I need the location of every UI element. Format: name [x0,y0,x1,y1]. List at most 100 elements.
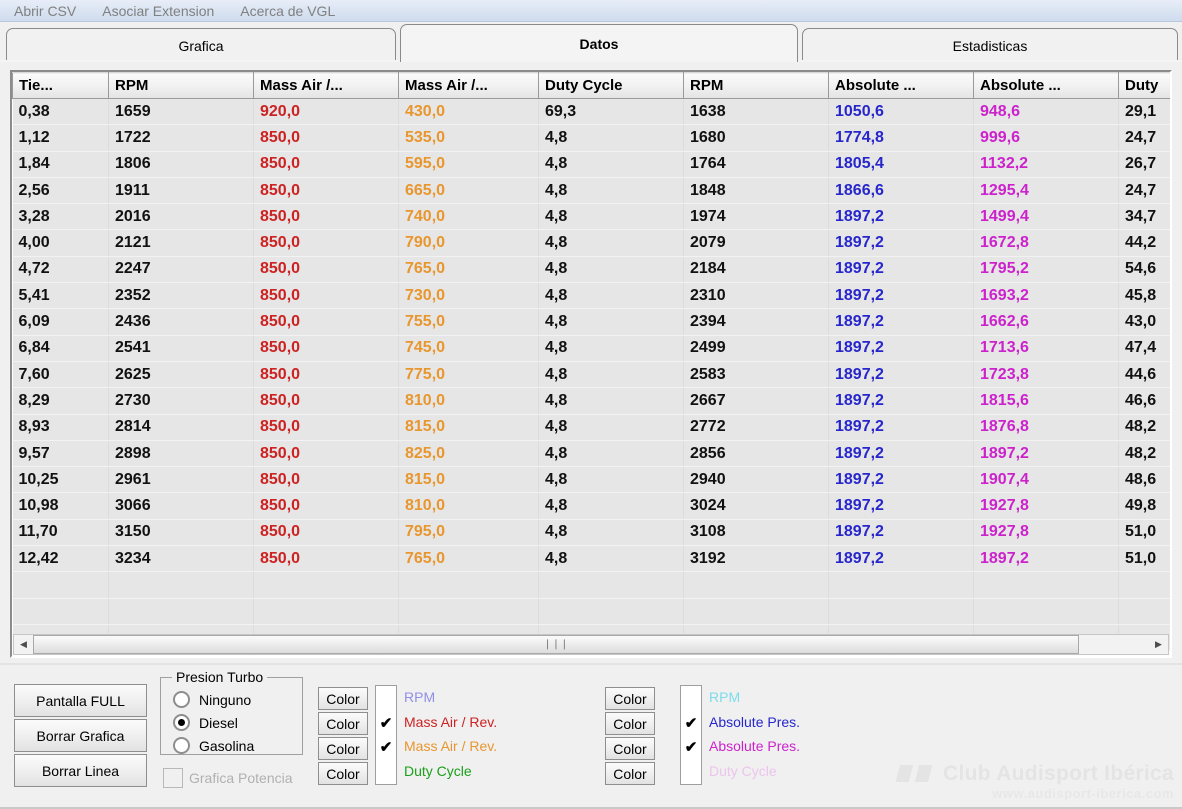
cell-r8-c3: 755,0 [398,308,539,336]
series-checkbox-g2-2[interactable]: ✔ [681,735,701,760]
cell-r15-c5: 3024 [683,492,829,520]
cell-r9-c1: 2541 [108,335,254,362]
tab-estadisticas[interactable]: Estadisticas [802,28,1178,62]
cell-r3-c4: 4,8 [538,177,684,205]
color-button-g2-0[interactable]: Color [605,687,655,710]
radio-ninguno-indicator[interactable] [173,691,190,708]
column-header-7[interactable]: Absolute ... [973,72,1119,99]
table-row[interactable]: 1,84 1806 850,0 595,0 4,8 1764 1805,4 1132,2 26,… [12,151,1170,178]
cell-r5-c5: 2079 [683,229,829,257]
table-row[interactable]: 8,93 2814 850,0 815,0 4,8 2772 1897,2 1876,8 48,… [12,414,1170,441]
menu-abrir-csv[interactable]: Abrir CSV [14,3,76,19]
borrar-grafica-button[interactable]: Borrar Grafica [14,719,147,752]
grid-horizontal-scrollbar[interactable]: ◀ ❘❘❘ ▶ [13,634,1169,655]
series-checkbox-g1-0[interactable] [376,686,396,711]
cell-r7-c2: 850,0 [253,282,399,310]
cell-r12-c5: 2772 [683,414,829,441]
radio-diesel-indicator[interactable] [173,714,190,731]
series-label-g1-0: RPM [404,689,436,706]
cell-r16-c5: 3108 [683,519,829,547]
table-row[interactable]: 6,84 2541 850,0 745,0 4,8 2499 1897,2 1713,6 47,… [12,335,1170,362]
cell-empty [12,571,109,599]
column-header-0[interactable]: Tie... [12,72,109,99]
color-button-g1-1[interactable]: Color [318,712,368,735]
table-row[interactable]: 8,29 2730 850,0 810,0 4,8 2667 1897,2 1815,6 46,… [12,387,1170,415]
table-row[interactable]: 7,60 2625 850,0 775,0 4,8 2583 1897,2 1723,8 44,… [12,361,1170,389]
table-row[interactable]: 10,25 2961 850,0 815,0 4,8 2940 1897,2 1907,4 48… [12,466,1170,494]
radio-diesel[interactable]: Diesel [173,714,238,731]
table-row[interactable]: 9,57 2898 850,0 825,0 4,8 2856 1897,2 1897,2 48,… [12,440,1170,468]
series-checkbox-g1-1[interactable]: ✔ [376,711,396,736]
cell-r4-c3: 740,0 [398,203,539,231]
series-checkbox-g2-1[interactable]: ✔ [681,711,701,736]
table-row-empty [12,598,1170,625]
cell-r14-c4: 4,8 [538,466,684,494]
table-row[interactable]: 3,28 2016 850,0 740,0 4,8 1974 1897,2 1499,4 34,… [12,203,1170,231]
cell-empty [973,598,1119,625]
cell-r9-c8: 47,4 [1118,335,1170,362]
data-grid-panel[interactable]: Tie... RPM Mass Air /... Mass Air /... Duty … [10,70,1172,658]
table-row[interactable]: 4,72 2247 850,0 765,0 4,8 2184 1897,2 1795,2 54,… [12,256,1170,284]
series-checkbox-g2-3[interactable] [681,760,701,785]
radio-gasolina[interactable]: Gasolina [173,737,254,754]
cell-r16-c6: 1897,2 [828,519,974,547]
cell-empty [108,598,254,625]
column-header-4[interactable]: Duty Cycle [538,72,684,99]
column-header-8[interactable]: Duty [1118,72,1170,99]
color-button-g2-2[interactable]: Color [605,737,655,760]
table-row[interactable]: 4,00 2121 850,0 790,0 4,8 2079 1897,2 1672,8 44,… [12,229,1170,257]
color-button-g2-1[interactable]: Color [605,712,655,735]
borrar-linea-button[interactable]: Borrar Linea [14,754,147,787]
cell-r2-c2: 850,0 [253,151,399,178]
cell-r6-c6: 1897,2 [828,256,974,284]
table-row[interactable]: 1,12 1722 850,0 535,0 4,8 1680 1774,8 999,6 24,7 [12,124,1170,152]
cell-r1-c6: 1774,8 [828,124,974,152]
column-header-2[interactable]: Mass Air /... [253,72,399,99]
color-button-g1-3[interactable]: Color [318,762,368,785]
table-row[interactable]: 12,42 3234 850,0 765,0 4,8 3192 1897,2 1897,2 51… [12,545,1170,573]
cell-r11-c6: 1897,2 [828,387,974,415]
series-checkbox-g1-3[interactable] [376,760,396,785]
cell-r7-c0: 5,41 [12,282,109,310]
cell-r2-c5: 1764 [683,151,829,178]
series-checkbox-g2-0[interactable] [681,686,701,711]
series-checkbox-g1-2[interactable]: ✔ [376,735,396,760]
tab-grafica[interactable]: Grafica [6,28,396,62]
cell-r6-c4: 4,8 [538,256,684,284]
menu-asociar-extension[interactable]: Asociar Extension [102,3,214,19]
table-row[interactable]: 11,70 3150 850,0 795,0 4,8 3108 1897,2 1927,8 51… [12,519,1170,547]
radio-ninguno[interactable]: Ninguno [173,691,251,708]
column-header-5[interactable]: RPM [683,72,829,99]
table-row[interactable]: 0,38 1659 920,0 430,0 69,3 1638 1050,6 948,6 29,… [12,98,1170,126]
scroll-left-arrow-icon[interactable]: ◀ [14,635,33,654]
pantalla-full-button[interactable]: Pantalla FULL [14,684,147,717]
column-header-3[interactable]: Mass Air /... [398,72,539,99]
cell-r0-c6: 1050,6 [828,98,974,126]
scrollbar-track[interactable]: ❘❘❘ [33,635,1149,654]
cell-r17-c2: 850,0 [253,545,399,573]
cell-r7-c3: 730,0 [398,282,539,310]
scroll-right-arrow-icon[interactable]: ▶ [1149,635,1168,654]
scrollbar-thumb[interactable]: ❘❘❘ [33,635,1079,654]
data-grid-body: 0,38 1659 920,0 430,0 69,3 1638 1050,6 948,6 29,… [12,98,1170,652]
cell-r0-c2: 920,0 [253,98,399,126]
data-grid: Tie... RPM Mass Air /... Mass Air /... Duty … [12,72,1170,652]
color-button-g2-3[interactable]: Color [605,762,655,785]
series-label-g2-1: Absolute Pres. [709,713,801,730]
radio-gasolina-indicator[interactable] [173,737,190,754]
grafica-potencia-checkbox-row: Grafica Potencia [163,768,293,788]
color-button-g1-2[interactable]: Color [318,737,368,760]
table-row[interactable]: 5,41 2352 850,0 730,0 4,8 2310 1897,2 1693,2 45,… [12,282,1170,310]
color-button-g1-0[interactable]: Color [318,687,368,710]
tab-datos[interactable]: Datos [400,24,798,62]
column-header-6[interactable]: Absolute ... [828,72,974,99]
cell-r10-c4: 4,8 [538,361,684,389]
table-row[interactable]: 6,09 2436 850,0 755,0 4,8 2394 1897,2 1662,6 43,… [12,308,1170,336]
column-header-1[interactable]: RPM [108,72,254,99]
cell-r17-c6: 1897,2 [828,545,974,573]
menu-acerca-de-vgl[interactable]: Acerca de VGL [240,3,335,19]
table-row[interactable]: 2,56 1911 850,0 665,0 4,8 1848 1866,6 1295,4 24,… [12,177,1170,205]
cell-empty [538,598,684,625]
data-grid-header: Tie... RPM Mass Air /... Mass Air /... Duty … [12,72,1170,99]
table-row[interactable]: 10,98 3066 850,0 810,0 4,8 3024 1897,2 1927,8 49… [12,492,1170,520]
